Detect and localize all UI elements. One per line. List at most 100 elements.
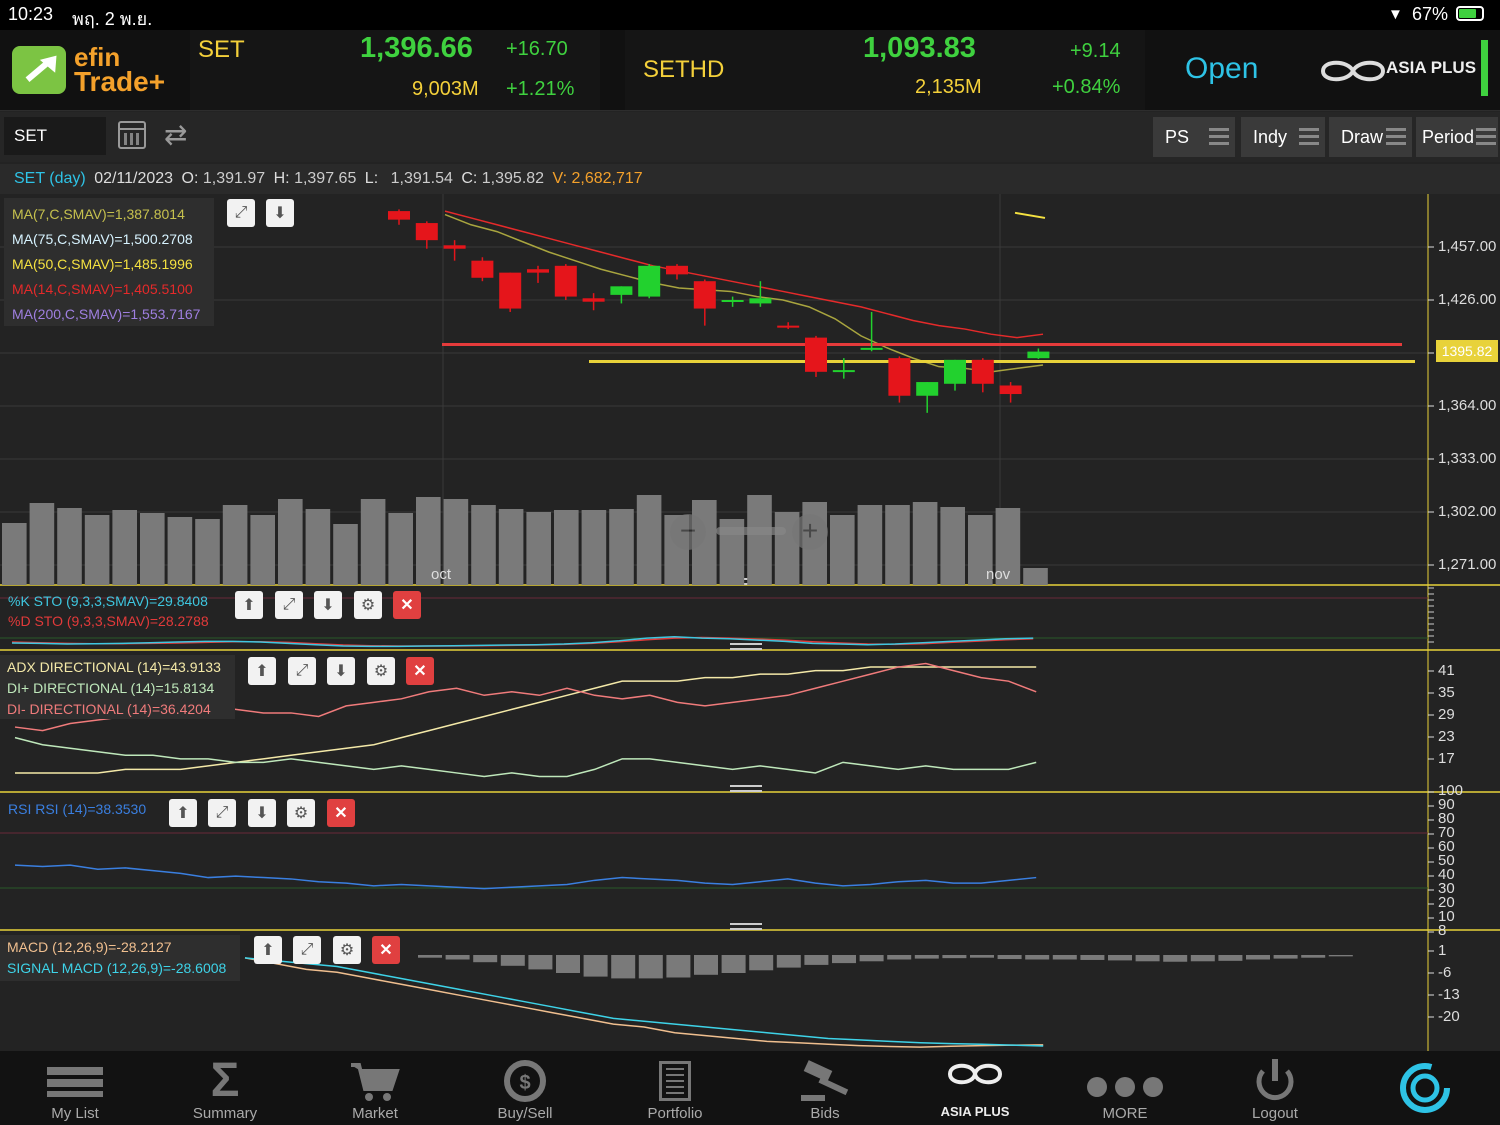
- move-down-button[interactable]: ⬇: [314, 591, 342, 619]
- price-tick: 1,333.00: [1438, 450, 1497, 467]
- nav-market[interactable]: Market: [300, 1051, 450, 1125]
- candle-body: [999, 385, 1022, 395]
- zoom-out-button[interactable]: −: [670, 514, 706, 550]
- close-panel-button[interactable]: ✕: [406, 657, 434, 685]
- nav-asia-plus[interactable]: ASIA PLUS: [900, 1051, 1050, 1125]
- candle-body: [944, 359, 966, 384]
- candle-body: [860, 347, 883, 350]
- close-panel-button[interactable]: ✕: [372, 936, 400, 964]
- candle-body: [777, 325, 800, 328]
- index-name: SETHD: [643, 56, 725, 83]
- connection-indicator: [1481, 40, 1488, 96]
- candle-body: [415, 223, 438, 241]
- nav-logout[interactable]: Logout: [1200, 1051, 1350, 1125]
- adx-legend: ADX DIRECTIONAL (14)=43.9133 DI+ DIRECTI…: [0, 655, 235, 719]
- settings-gear-icon[interactable]: ⚙: [367, 657, 395, 685]
- ma7-label: MA(7,C,SMAV)=1,387.8014: [12, 206, 185, 222]
- nav-buy-sell[interactable]: $ Buy/Sell: [450, 1051, 600, 1125]
- move-up-button[interactable]: ⬆: [235, 591, 263, 619]
- adx-tick: 41: [1438, 662, 1455, 679]
- macd-histogram-bar: [970, 955, 994, 958]
- macd-histogram-bar: [887, 955, 912, 960]
- candle-body: [693, 281, 716, 309]
- expand-panel-button[interactable]: ⤢: [288, 657, 316, 685]
- candle-body: [832, 370, 855, 373]
- volume-bar: [747, 495, 772, 585]
- zoom-in-button[interactable]: +: [792, 514, 828, 550]
- settings-gear-icon[interactable]: ⚙: [333, 936, 361, 964]
- volume-bar: [140, 513, 165, 585]
- period-button[interactable]: Period: [1416, 117, 1498, 157]
- indy-button[interactable]: Indy: [1241, 117, 1325, 157]
- draw-button-label: Draw: [1341, 126, 1384, 147]
- move-up-button[interactable]: ⬆: [248, 657, 276, 685]
- macd-tick: -13: [1438, 986, 1460, 1003]
- macd-histogram-bar: [473, 955, 498, 963]
- nav-my-list[interactable]: My List: [0, 1051, 150, 1125]
- macd-tick: -6: [1438, 964, 1452, 981]
- refresh-icon[interactable]: ⇄: [164, 120, 187, 150]
- adx-tick: 23: [1438, 728, 1455, 745]
- nav-summary[interactable]: Σ Summary: [150, 1051, 300, 1125]
- status-bar: 10:23 พฤ. 2 พ.ย. ▼ 67%: [0, 0, 1500, 30]
- move-down-button[interactable]: ⬇: [327, 657, 355, 685]
- last-price-tag: 1395.82: [1436, 340, 1498, 362]
- di-minus-label: DI- DIRECTIONAL (14)=36.4204: [7, 701, 211, 717]
- expand-panel-button[interactable]: ⤢: [293, 936, 321, 964]
- draw-button[interactable]: Draw: [1329, 117, 1412, 157]
- index-card-set[interactable]: SET 1,396.66 +16.70 9,003M +1.21%: [190, 30, 600, 110]
- nav-bids[interactable]: Bids: [750, 1051, 900, 1125]
- macd-histogram-bar: [721, 955, 746, 973]
- close-panel-button[interactable]: ✕: [327, 799, 355, 827]
- volume-bar: [636, 495, 662, 585]
- nav-portfolio[interactable]: Portfolio: [600, 1051, 750, 1125]
- gavel-icon: [795, 1059, 855, 1103]
- index-card-sethd[interactable]: SETHD 1,093.83 +9.14 2,135M +0.84%: [625, 30, 1145, 110]
- adx-tick: 35: [1438, 684, 1455, 701]
- adx-label: ADX DIRECTIONAL (14)=43.9133: [7, 659, 221, 675]
- indy-button-label: Indy: [1253, 126, 1288, 147]
- expand-panel-button[interactable]: ⤢: [227, 199, 255, 227]
- price-tick: 1,271.00: [1438, 556, 1497, 573]
- calendar-icon[interactable]: [118, 121, 146, 149]
- di-plus-line: [14, 736, 1037, 778]
- move-down-button[interactable]: ⬇: [266, 199, 294, 227]
- nav-more[interactable]: MORE: [1050, 1051, 1200, 1125]
- expand-panel-button[interactable]: ⤢: [208, 799, 236, 827]
- settings-gear-icon[interactable]: ⚙: [287, 799, 315, 827]
- move-down-button[interactable]: ⬇: [248, 799, 276, 827]
- zoom-slider[interactable]: [716, 527, 786, 535]
- market-header: efin Trade+ SET 1,396.66 +16.70 9,003M +…: [0, 30, 1500, 111]
- ps-button[interactable]: PS: [1153, 117, 1235, 157]
- cart-icon: [345, 1059, 405, 1103]
- nav-label: Logout: [1252, 1105, 1298, 1122]
- move-up-button[interactable]: ⬆: [169, 799, 197, 827]
- asia-plus-logo: ASIA PLUS: [1318, 56, 1478, 86]
- refresh-stream-icon[interactable]: [1398, 1061, 1452, 1115]
- close-panel-button[interactable]: ✕: [393, 591, 421, 619]
- candle-body: [582, 298, 605, 302]
- close-value: 1,395.82: [481, 170, 545, 187]
- macd-histogram-bar: [1246, 955, 1270, 960]
- sto-d-label: %D STO (9,3,3,SMAV)=28.2788: [8, 613, 209, 629]
- macd-histogram-bar: [666, 955, 691, 978]
- volume-bar: [333, 524, 358, 585]
- chart-area[interactable]: [0, 194, 1500, 1051]
- candle-body: [888, 358, 911, 396]
- candle-body: [443, 245, 466, 249]
- macd-histogram-bar: [1273, 955, 1298, 959]
- settings-gear-icon[interactable]: ⚙: [354, 591, 382, 619]
- symbol-input[interactable]: SET: [4, 117, 106, 155]
- candle-body: [666, 265, 688, 275]
- volume-bar: [250, 515, 275, 585]
- date: พฤ. 2 พ.ย.: [72, 9, 153, 29]
- di-plus-label: DI+ DIRECTIONAL (14)=15.8134: [7, 680, 215, 696]
- volume-bar: [112, 510, 137, 585]
- buy-sell-icon: $: [495, 1059, 555, 1103]
- wifi-icon: ▼: [1388, 6, 1403, 23]
- candle-body: [554, 265, 577, 297]
- expand-panel-button[interactable]: ⤢: [275, 591, 303, 619]
- candle-body: [499, 272, 522, 309]
- candle-body: [805, 337, 827, 372]
- move-up-button[interactable]: ⬆: [254, 936, 282, 964]
